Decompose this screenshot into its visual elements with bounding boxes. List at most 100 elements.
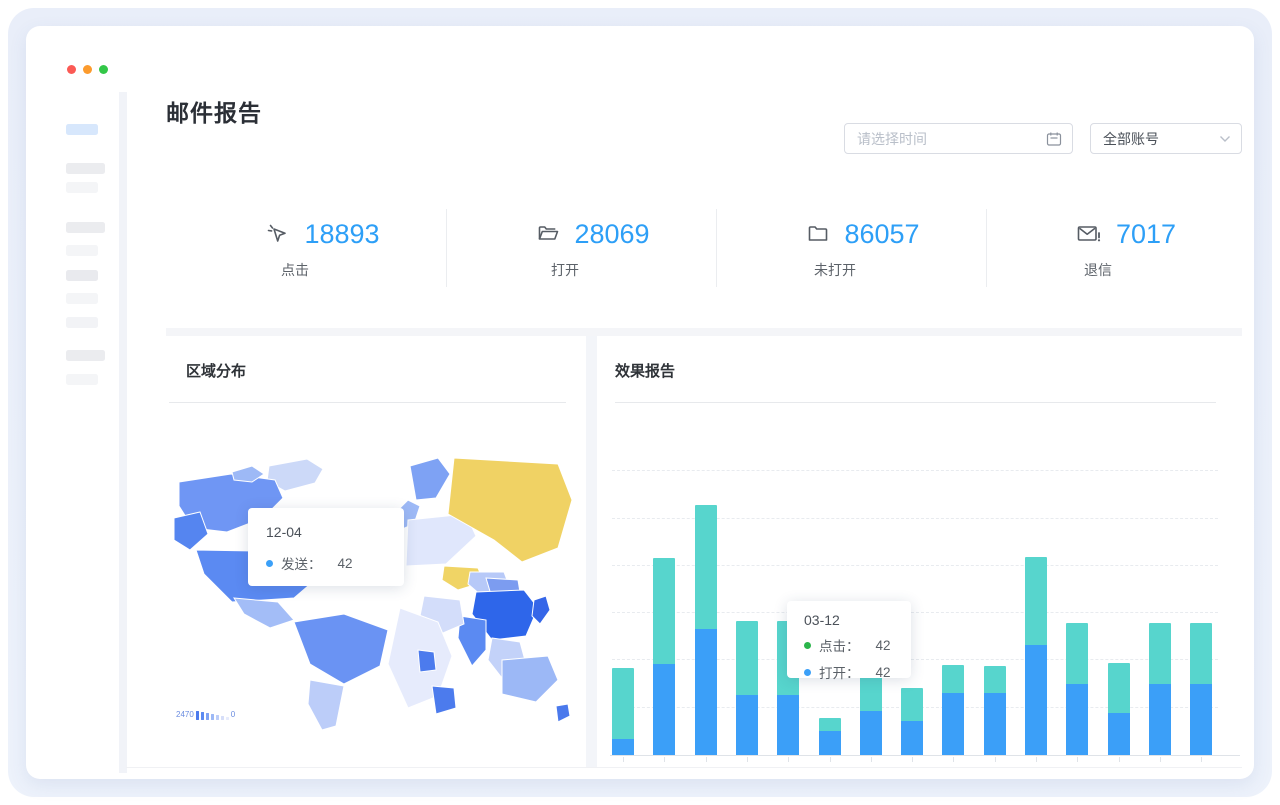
account-select-value: 全部账号	[1103, 129, 1219, 149]
bar-segment-open[interactable]	[901, 721, 923, 755]
series-value: 42	[876, 638, 891, 653]
bar-segment-open[interactable]	[1190, 684, 1212, 755]
x-axis-tick	[623, 757, 624, 762]
stat-divider	[446, 209, 447, 287]
bar-segment-click[interactable]	[1025, 557, 1047, 645]
x-axis-tick	[912, 757, 913, 762]
stat-label: 打开	[551, 260, 579, 280]
map-region	[502, 656, 558, 702]
date-range-input[interactable]: 请选择时间	[844, 123, 1073, 154]
stacked-bar[interactable]	[984, 666, 1006, 755]
stacked-bar[interactable]	[1108, 663, 1130, 755]
stacked-bar[interactable]	[1190, 623, 1212, 755]
gridline	[612, 470, 1218, 471]
folder-open-icon	[536, 222, 560, 246]
bar-segment-click[interactable]	[901, 688, 923, 721]
chevron-down-icon	[1219, 135, 1231, 143]
stacked-bar[interactable]	[901, 688, 923, 755]
x-axis-tick	[706, 757, 707, 762]
bar-segment-open[interactable]	[736, 695, 758, 755]
region-panel-rule	[169, 402, 566, 403]
bar-segment-open[interactable]	[1149, 684, 1171, 755]
stacked-bar[interactable]	[1025, 557, 1047, 755]
bar-segment-open[interactable]	[984, 693, 1006, 755]
stacked-bar[interactable]	[1149, 623, 1171, 755]
section-separator	[166, 328, 1242, 336]
bar-segment-open[interactable]	[1066, 684, 1088, 755]
bar-segment-open[interactable]	[695, 629, 717, 755]
sidebar-item-active[interactable]	[66, 124, 98, 135]
stacked-bar[interactable]	[942, 665, 964, 755]
stat-value: 7017	[1116, 219, 1176, 250]
stacked-bar[interactable]	[819, 718, 841, 755]
cursor-click-icon	[266, 222, 290, 246]
account-select[interactable]: 全部账号	[1090, 123, 1242, 154]
map-region	[532, 596, 550, 624]
bar-segment-open[interactable]	[612, 739, 634, 755]
stacked-bar[interactable]	[736, 621, 758, 755]
x-axis-tick	[830, 757, 831, 762]
legend-max: 2470	[176, 710, 194, 720]
bar-segment-open[interactable]	[860, 711, 882, 755]
x-axis-tick	[1160, 757, 1161, 762]
sidebar-skeleton-item	[66, 245, 98, 256]
series-value: 42	[876, 665, 891, 680]
bar-segment-open[interactable]	[1108, 713, 1130, 755]
series-name: 发送：	[281, 553, 322, 573]
bar-segment-click[interactable]	[942, 665, 964, 693]
map-region	[410, 458, 450, 500]
bar-segment-click[interactable]	[1149, 623, 1171, 684]
bar-segment-click[interactable]	[1108, 663, 1130, 713]
bar-segment-open[interactable]	[1025, 645, 1047, 755]
bar-segment-open[interactable]	[942, 693, 964, 755]
chart-tooltip: 03-12 点击： 42 打开： 42	[787, 601, 911, 678]
sidebar-skeleton-item	[66, 350, 105, 361]
sidebar-skeleton-item	[66, 270, 98, 281]
bar-segment-click[interactable]	[984, 666, 1006, 693]
bar-segment-open[interactable]	[819, 731, 841, 755]
zoom-window-button[interactable]	[99, 65, 108, 74]
bar-plot[interactable]	[612, 456, 1218, 756]
bar-segment-click[interactable]	[612, 668, 634, 739]
stat-value: 28069	[574, 219, 649, 250]
bar-segment-click[interactable]	[695, 505, 717, 629]
sidebar-divider	[119, 92, 127, 773]
map-tooltip-row: 发送： 42	[266, 553, 404, 573]
bar-segment-click[interactable]	[1066, 623, 1088, 684]
stacked-bar[interactable]	[860, 676, 882, 755]
chart-tooltip-row: 点击： 42	[804, 635, 911, 655]
x-axis-tick	[788, 757, 789, 762]
folder-closed-icon	[806, 222, 830, 246]
stacked-bar[interactable]	[653, 558, 675, 755]
legend-bar	[226, 717, 229, 720]
bar-segment-open[interactable]	[777, 695, 799, 755]
calendar-icon[interactable]	[1046, 131, 1062, 147]
chart-tooltip-row: 打开： 42	[804, 662, 911, 682]
close-window-button[interactable]	[67, 65, 76, 74]
sidebar-skeleton-item	[66, 374, 98, 385]
stacked-bar[interactable]	[612, 668, 634, 755]
x-axis-tick	[953, 757, 954, 762]
map-region	[432, 686, 456, 714]
bar-segment-click[interactable]	[653, 558, 675, 664]
report-panel-rule	[615, 402, 1216, 403]
bar-segment-click[interactable]	[819, 718, 841, 731]
stat-value: 18893	[304, 219, 379, 250]
series-dot	[266, 560, 273, 567]
stacked-bar[interactable]	[1066, 623, 1088, 755]
choropleth-map	[172, 454, 574, 732]
stat-label: 未打开	[814, 260, 856, 280]
map-tooltip: 12-04 发送： 42	[248, 508, 404, 586]
bar-segment-click[interactable]	[736, 621, 758, 695]
sidebar-skeleton-item	[66, 222, 105, 233]
region-panel-title: 区域分布	[186, 360, 246, 381]
x-axis-tick	[747, 757, 748, 762]
minimize-window-button[interactable]	[83, 65, 92, 74]
bar-segment-click[interactable]	[1190, 623, 1212, 684]
series-dot	[804, 669, 811, 676]
world-map[interactable]	[172, 454, 574, 732]
stacked-bar[interactable]	[695, 505, 717, 755]
sidebar-skeleton-item	[66, 163, 105, 174]
bar-segment-open[interactable]	[653, 664, 675, 755]
report-panel-title: 效果报告	[615, 360, 675, 381]
